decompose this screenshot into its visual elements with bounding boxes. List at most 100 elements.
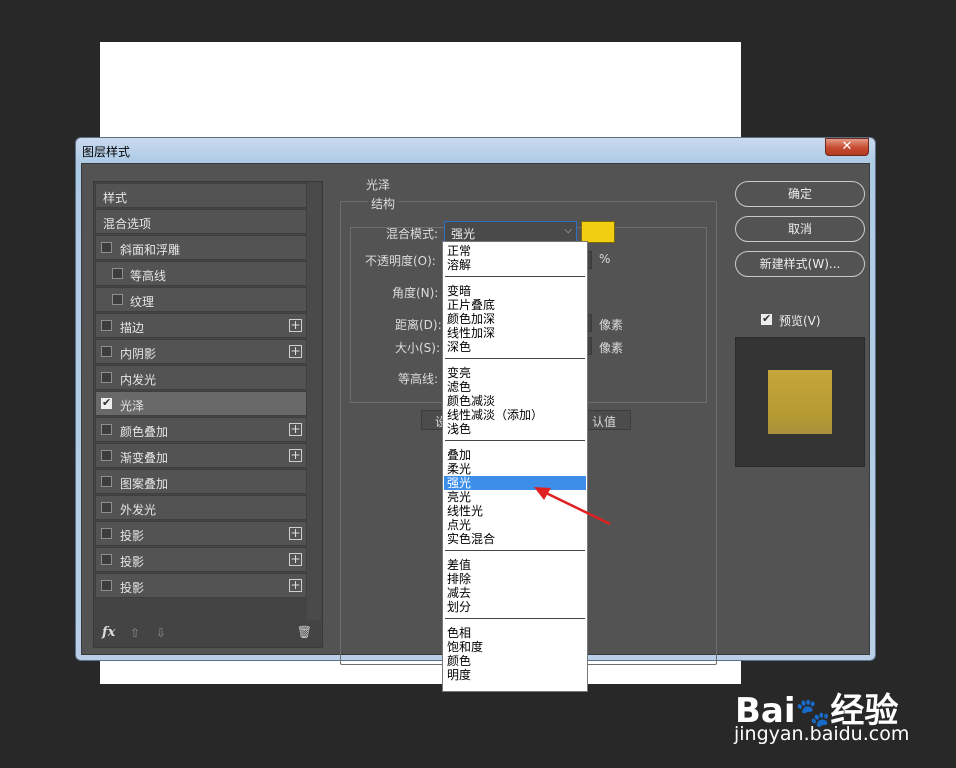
- structure-group-title: 结构: [368, 195, 399, 212]
- blend-mode-option[interactable]: 浅色: [444, 422, 586, 436]
- blend-mode-select[interactable]: 强光 ⌵: [444, 221, 577, 243]
- style-item[interactable]: 等高线: [95, 261, 307, 286]
- style-item[interactable]: 混合选项: [95, 209, 307, 234]
- blend-mode-option[interactable]: 线性加深: [444, 326, 586, 340]
- style-item-label: 等高线: [130, 269, 167, 283]
- style-item-label: 描边: [120, 321, 145, 335]
- add-icon[interactable]: +: [289, 423, 302, 436]
- style-item[interactable]: 投影 +: [95, 573, 307, 598]
- style-item-label: 投影: [120, 529, 145, 543]
- angle-label: 角度(N):: [392, 286, 439, 300]
- cancel-button[interactable]: 取消: [735, 216, 865, 242]
- style-item[interactable]: 斜面和浮雕: [95, 235, 307, 260]
- blend-mode-option[interactable]: 正常: [444, 244, 586, 258]
- blend-mode-option[interactable]: 排除: [444, 572, 586, 586]
- opacity-unit: %: [599, 252, 611, 266]
- add-icon[interactable]: +: [289, 579, 302, 592]
- blend-mode-option[interactable]: 变暗: [444, 284, 586, 298]
- dialog-title: 图层样式: [82, 145, 131, 159]
- style-item[interactable]: 投影 +: [95, 547, 307, 572]
- new-style-button[interactable]: 新建样式(W)...: [735, 251, 865, 277]
- style-item[interactable]: 描边 +: [95, 313, 307, 338]
- fx-icon[interactable]: fx: [102, 625, 115, 640]
- close-button[interactable]: ✕: [825, 138, 869, 156]
- style-item-label: 纹理: [130, 295, 155, 309]
- style-item[interactable]: 纹理: [95, 287, 307, 312]
- blend-mode-option[interactable]: 亮光: [444, 490, 586, 504]
- style-checkbox[interactable]: [112, 294, 123, 305]
- blend-mode-option[interactable]: 减去: [444, 586, 586, 600]
- style-checkbox[interactable]: [101, 450, 112, 461]
- satin-color-swatch[interactable]: [581, 221, 615, 243]
- opacity-label: 不透明度(O):: [365, 254, 436, 268]
- styles-panel: 样式混合选项斜面和浮雕等高线纹理描边 + 内阴影 + 内发光光泽颜色叠加 + 渐变叠加 + 图案…: [93, 181, 323, 648]
- style-item-label: 投影: [120, 581, 145, 595]
- blend-mode-option[interactable]: 柔光: [444, 462, 586, 476]
- style-checkbox[interactable]: [101, 476, 112, 487]
- style-checkbox[interactable]: [101, 424, 112, 435]
- blend-mode-option[interactable]: 饱和度: [444, 640, 586, 654]
- style-item[interactable]: 投影 +: [95, 521, 307, 546]
- blend-mode-option[interactable]: 明度: [444, 668, 586, 682]
- add-icon[interactable]: +: [289, 345, 302, 358]
- preview-checkbox[interactable]: [761, 312, 772, 325]
- reset-default-button[interactable]: 认值: [587, 410, 631, 430]
- blend-mode-option[interactable]: 滤色: [444, 380, 586, 394]
- blend-mode-option[interactable]: 实色混合: [444, 532, 586, 546]
- blend-mode-option[interactable]: 线性光: [444, 504, 586, 518]
- move-down-icon[interactable]: ⇩: [156, 626, 166, 640]
- style-checkbox[interactable]: [101, 242, 112, 253]
- reset-default-label: 认值: [592, 415, 617, 429]
- add-icon[interactable]: +: [289, 449, 302, 462]
- blend-mode-option[interactable]: 叠加: [444, 448, 586, 462]
- style-checkbox[interactable]: [112, 268, 123, 279]
- menu-separator: [445, 358, 585, 359]
- ok-button[interactable]: 确定: [735, 181, 865, 207]
- style-item-label: 渐变叠加: [120, 451, 169, 465]
- style-checkbox[interactable]: [101, 372, 112, 383]
- style-item[interactable]: 渐变叠加 +: [95, 443, 307, 468]
- menu-separator: [445, 440, 585, 441]
- blend-mode-label: 混合模式:: [386, 227, 439, 241]
- style-checkbox[interactable]: [101, 320, 112, 331]
- style-item[interactable]: 颜色叠加 +: [95, 417, 307, 442]
- style-item[interactable]: 样式: [95, 183, 307, 208]
- style-checkbox[interactable]: [101, 346, 112, 357]
- style-checkbox[interactable]: [101, 528, 112, 539]
- blend-mode-option[interactable]: 划分: [444, 600, 586, 614]
- style-item-label: 内阴影: [120, 347, 157, 361]
- style-item[interactable]: 内发光: [95, 365, 307, 390]
- blend-mode-option[interactable]: 颜色: [444, 654, 586, 668]
- blend-mode-option[interactable]: 颜色加深: [444, 312, 586, 326]
- blend-mode-option[interactable]: 色相: [444, 626, 586, 640]
- blend-mode-option[interactable]: 点光: [444, 518, 586, 532]
- blend-mode-option[interactable]: 变亮: [444, 366, 586, 380]
- style-checkbox[interactable]: [101, 580, 112, 591]
- style-item-label: 混合选项: [103, 217, 152, 231]
- style-item[interactable]: 光泽: [95, 391, 307, 416]
- blend-mode-option[interactable]: 正片叠底: [444, 298, 586, 312]
- style-item-label: 斜面和浮雕: [120, 243, 181, 257]
- style-item-label: 光泽: [120, 399, 145, 413]
- style-checkbox[interactable]: [101, 554, 112, 565]
- blend-mode-option[interactable]: 差值: [444, 558, 586, 572]
- add-icon[interactable]: +: [289, 319, 302, 332]
- style-item[interactable]: 外发光: [95, 495, 307, 520]
- blend-mode-option[interactable]: 颜色减淡: [444, 394, 586, 408]
- add-icon[interactable]: +: [289, 553, 302, 566]
- preview-swatch: [768, 370, 832, 434]
- style-item-label: 外发光: [120, 503, 157, 517]
- move-up-icon[interactable]: ⇧: [130, 626, 140, 640]
- style-item[interactable]: 内阴影 +: [95, 339, 307, 364]
- style-checkbox[interactable]: [101, 396, 112, 409]
- blend-mode-option[interactable]: 强光: [444, 476, 586, 490]
- style-checkbox[interactable]: [101, 502, 112, 513]
- style-item[interactable]: 图案叠加: [95, 469, 307, 494]
- blend-mode-option[interactable]: 线性减淡（添加）: [444, 408, 586, 422]
- blend-mode-option[interactable]: 深色: [444, 340, 586, 354]
- blend-mode-option[interactable]: 溶解: [444, 258, 586, 272]
- style-item-label: 投影: [120, 555, 145, 569]
- trash-icon[interactable]: 🗑: [297, 625, 312, 639]
- add-icon[interactable]: +: [289, 527, 302, 540]
- styles-scrollbar[interactable]: [307, 183, 321, 620]
